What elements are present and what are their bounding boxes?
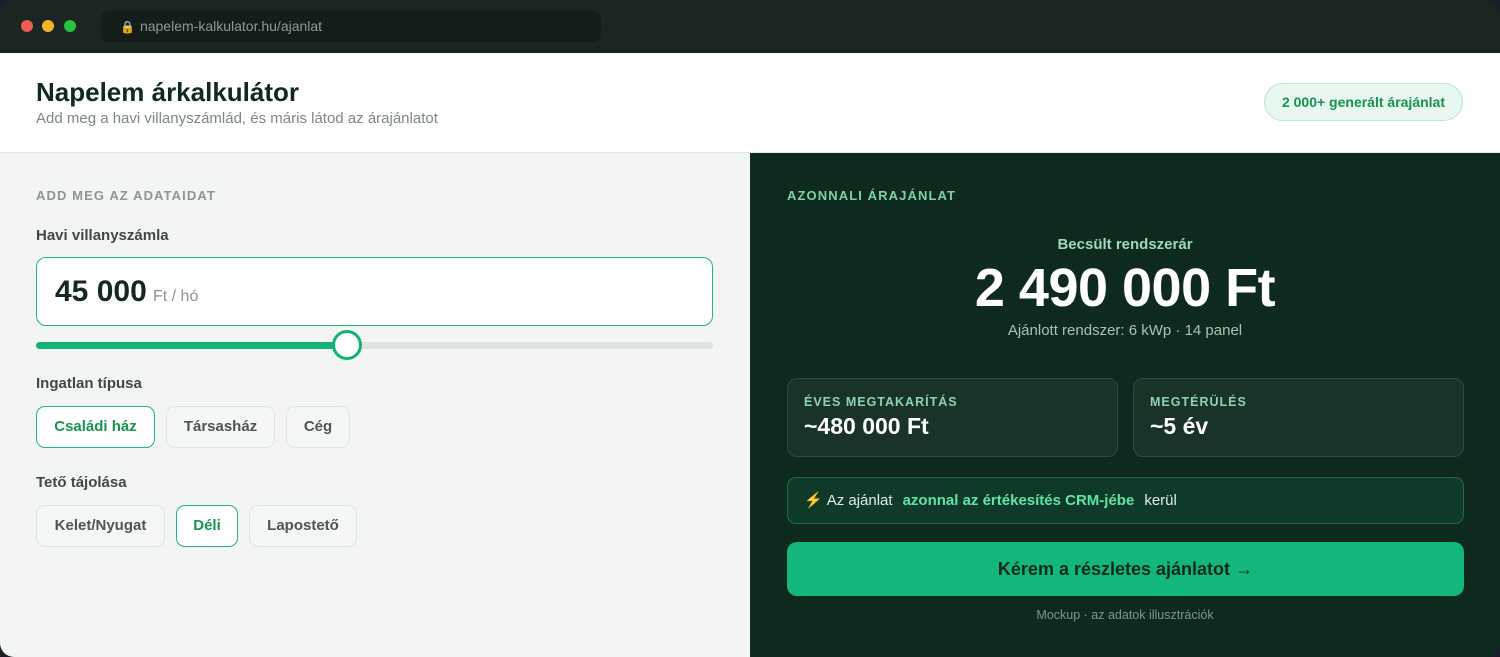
crm-suffix: kerül	[1144, 492, 1177, 509]
lock-icon: 🔒	[120, 20, 135, 34]
recommended-system: Ajánlott rendszer: 6 kWp · 14 panel	[1007, 322, 1243, 339]
payback-label: MEGTÉRÜLÉS	[1150, 395, 1247, 409]
estimated-price: 2 490 000 Ft	[974, 258, 1276, 318]
browser-window: 🔒 napelem-kalkulator.hu/ajanlat Napelem á…	[0, 0, 1500, 657]
bill-slider-fill	[36, 342, 348, 349]
minimize-window-button[interactable]	[42, 20, 54, 32]
roof-orientation-label: Tető tájolása	[36, 474, 127, 491]
quotes-count-badge: 2 000+ generált árajánlat	[1263, 83, 1463, 121]
url-text: napelem-kalkulator.hu/ajanlat	[139, 18, 323, 34]
savings-value: ~480 000 Ft	[804, 413, 929, 439]
quote-panel: AZONNALI ÁRAJÁNLAT Becsült rendszerár 2 …	[750, 153, 1500, 657]
maximize-window-button[interactable]	[64, 20, 76, 32]
roof-option-south[interactable]: Déli	[176, 505, 238, 547]
close-window-button[interactable]	[21, 20, 33, 32]
payback-card: MEGTÉRÜLÉS ~5 év	[1133, 378, 1464, 457]
browser-chrome: 🔒 napelem-kalkulator.hu/ajanlat	[0, 0, 1500, 53]
page-title: Napelem árkalkulátor	[36, 77, 300, 107]
bill-amount: 45 000	[55, 275, 147, 308]
request-quote-label: Kérem a részletes ajánlatot	[997, 559, 1231, 579]
crm-prefix: Az ajánlat	[826, 492, 893, 509]
savings-card: ÉVES MEGTAKARÍTÁS ~480 000 Ft	[787, 378, 1118, 457]
property-type-label: Ingatlan típusa	[36, 375, 142, 392]
roof-option-east-west[interactable]: Kelet/Nyugat	[36, 505, 165, 547]
lightning-icon: ⚡	[804, 492, 823, 509]
crm-highlight: azonnal az értékesítés CRM-jébe	[902, 492, 1135, 509]
monthly-bill-input[interactable]: 45 000 Ft / hó	[36, 257, 713, 326]
quote-section-title: AZONNALI ÁRAJÁNLAT	[787, 188, 957, 203]
page-header: Napelem árkalkulátor Add meg a havi vill…	[0, 53, 1500, 153]
savings-label: ÉVES MEGTAKARÍTÁS	[804, 395, 958, 409]
property-option-family-house[interactable]: Családi ház	[36, 406, 155, 448]
bill-unit: Ft / hó	[153, 288, 199, 305]
property-option-company[interactable]: Cég	[286, 406, 350, 448]
estimate-label: Becsült rendszerár	[1057, 236, 1193, 253]
payback-value: ~5 év	[1150, 413, 1209, 439]
bill-slider-track[interactable]	[36, 342, 713, 349]
crm-notice: ⚡ Az ajánlat azonnal az értékesítés CRM-jé…	[787, 477, 1464, 524]
arrow-right-icon: →	[1235, 559, 1254, 579]
bill-slider-thumb[interactable]	[332, 330, 363, 360]
mockup-footnote: Mockup · az adatok illusztrációk	[1036, 608, 1214, 622]
roof-option-flat[interactable]: Lapostető	[249, 505, 357, 547]
bill-label: Havi villanyszámla	[36, 227, 169, 244]
request-quote-button[interactable]: Kérem a részletes ajánlatot →	[787, 542, 1464, 596]
address-bar[interactable]: 🔒 napelem-kalkulator.hu/ajanlat	[101, 11, 601, 42]
page-subtitle: Add meg a havi villanyszámlád, és máris …	[36, 110, 438, 127]
input-panel: ADD MEG AZ ADATAIDAT Havi villanyszámla …	[0, 153, 750, 657]
property-option-apartment[interactable]: Társasház	[166, 406, 275, 448]
input-section-title: ADD MEG AZ ADATAIDAT	[36, 188, 216, 203]
